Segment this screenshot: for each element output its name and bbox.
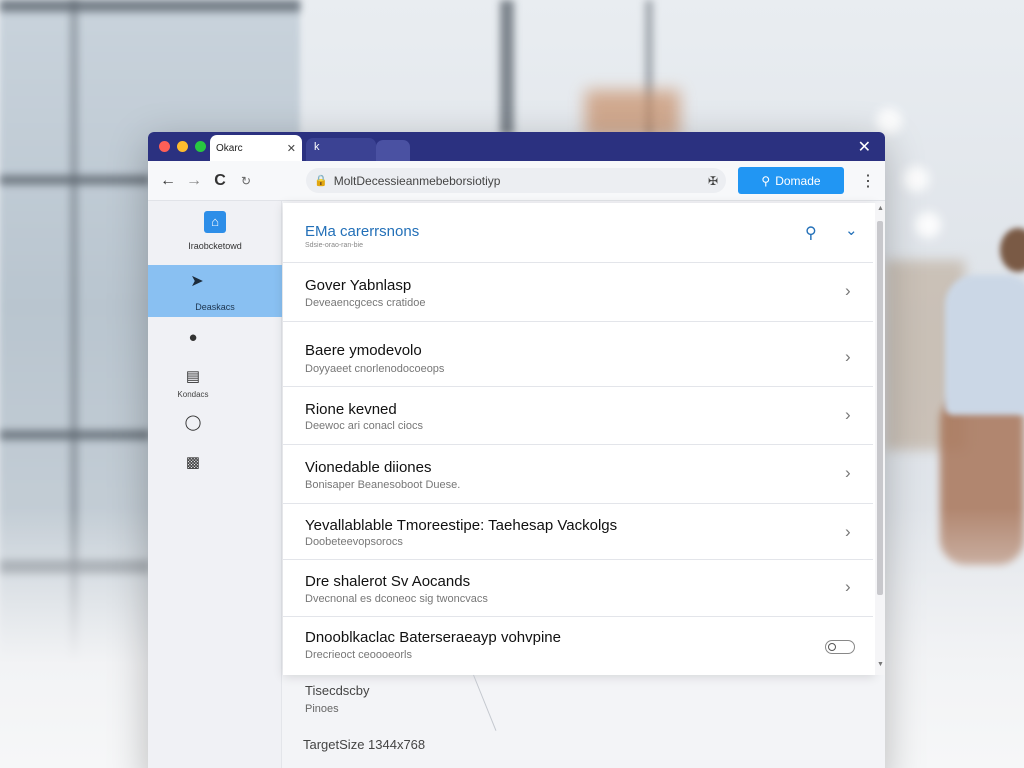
list-item[interactable]: Dnooblkaclac Baterseraeayp vohvpine Drec… <box>283 617 873 675</box>
sidebar: ⌂ Iraobcketowd ➤ Deaskacs ● ▤ Kondacs ◯ … <box>148 201 282 768</box>
scrollbar[interactable]: ▲ ▼ <box>875 203 885 675</box>
target-size-label: TargetSize 1344x768 <box>303 737 426 752</box>
list-item-description: Doyyaeet cnorlenodocoeops <box>305 363 445 375</box>
close-icon[interactable]: ✕ <box>858 137 871 157</box>
scrollbar-thumb[interactable] <box>877 221 883 595</box>
window-controls <box>148 141 206 161</box>
list-item-title: Dre shalerot Sv Aocands <box>305 573 471 590</box>
sidebar-active-label: Deaskacs <box>195 302 235 312</box>
extension-icon[interactable]: ↻ <box>233 168 259 194</box>
tab-active[interactable]: Okarc ✕ <box>210 135 302 161</box>
chevron-right-icon[interactable]: › <box>845 281 851 301</box>
card-header: EMa carerrsnons Sdsie-orao-ran-bie ⚲ ⌄ <box>283 203 873 263</box>
settings-card: EMa carerrsnons Sdsie-orao-ran-bie ⚲ ⌄ G… <box>283 203 875 675</box>
scroll-up-arrow-icon[interactable]: ▲ <box>877 205 884 212</box>
brand-name: Iraobcketowd <box>188 241 242 251</box>
search-button[interactable]: ⚲ Domade <box>738 167 844 194</box>
tab-title: Okarc <box>216 142 243 154</box>
list-item-description: Deveaencgcecs cratidoe <box>305 297 426 309</box>
list-item-title: Gover Yabnlasp <box>305 277 412 294</box>
window-frame <box>0 0 300 12</box>
chevron-right-icon[interactable]: › <box>845 463 851 483</box>
chevron-right-icon[interactable]: › <box>845 577 851 597</box>
tab-second-label: k <box>314 141 320 153</box>
list-item-description: Doobeteevopsorocs <box>305 536 403 548</box>
ceiling-light <box>876 108 902 134</box>
divider-line <box>473 674 497 731</box>
list-item-title: Vionedable diiones <box>305 459 432 476</box>
search-icon: ⚲ <box>761 173 771 188</box>
ceiling-light <box>903 166 929 192</box>
list-item-title: Rione kevned <box>305 401 397 418</box>
tab-second[interactable]: k <box>306 138 376 161</box>
list-item[interactable]: Rione kevned Deewoc ari conacl ciocs › <box>283 387 873 445</box>
app-logo-icon: ⌂ <box>204 211 226 233</box>
background-person <box>945 275 1024 415</box>
menu-kebab-icon[interactable]: ⋮ <box>860 171 876 191</box>
chart-icon: ➤ <box>190 273 204 290</box>
list-item-description: Drecrieoct ceoooeorls <box>305 649 412 661</box>
pin-icon[interactable]: ● <box>183 329 203 349</box>
close-window-dot[interactable] <box>159 141 170 152</box>
list-item-title: Baere ymodevolo <box>305 342 422 359</box>
window-frame <box>500 0 514 135</box>
chat-icon[interactable]: ◯ <box>183 413 203 433</box>
ceiling-light <box>915 212 941 238</box>
document-icon[interactable]: ▤ <box>183 367 203 387</box>
page-subtitle: Sdsie-orao-ran-bie <box>305 242 363 249</box>
tab-close-icon[interactable]: ✕ <box>287 142 296 155</box>
address-text: MoltDecessieanmebeborsiotiyp <box>333 173 501 188</box>
list-item[interactable]: Baere ymodevolo Doyyaeet cnorlenodocoeop… <box>283 322 873 387</box>
reload-icon[interactable]: C <box>207 168 233 194</box>
chevron-right-icon[interactable]: › <box>845 347 851 367</box>
puzzle-icon[interactable]: ✠ <box>708 174 718 188</box>
card-icon[interactable]: ▩ <box>183 453 203 473</box>
scroll-down-arrow-icon[interactable]: ▼ <box>877 661 884 668</box>
list-item[interactable]: Dre shalerot Sv Aocands Dvecnonal es dco… <box>283 560 873 617</box>
main-panel: EMa carerrsnons Sdsie-orao-ran-bie ⚲ ⌄ G… <box>283 201 885 768</box>
back-arrow-icon[interactable]: ← <box>155 168 181 194</box>
minimize-window-dot[interactable] <box>177 141 188 152</box>
list-item[interactable]: Vionedable diiones Bonisaper Beanesoboot… <box>283 445 873 504</box>
search-icon[interactable]: ⚲ <box>805 223 817 243</box>
list-item-description: Bonisaper Beanesoboot Duese. <box>305 479 461 491</box>
chevron-right-icon[interactable]: › <box>845 522 851 542</box>
background-wood-panel <box>585 90 680 138</box>
tab-third[interactable] <box>376 140 410 161</box>
search-button-label: Domade <box>775 173 821 188</box>
chevron-right-icon[interactable]: › <box>845 405 851 425</box>
list-item-description: Dvecnonal es dconeoc sig twoncvacs <box>305 593 488 605</box>
list-item-title: Dnooblkaclac Baterseraeayp vohvpine <box>305 629 561 646</box>
lock-icon: 🔒 <box>314 175 328 187</box>
list-item-description: Deewoc ari conacl ciocs <box>305 420 423 432</box>
list-item[interactable]: Gover Yabnlasp Deveaencgcecs cratidoe › <box>283 263 873 322</box>
list-item-title: Yevallablable Tmoreestipe: Taehesap Vack… <box>305 517 618 534</box>
toggle-switch[interactable] <box>825 640 855 654</box>
browser-toolbar: ← → C ↻ 🔒 MoltDecessieanmebeborsiotiyp ✠… <box>148 161 885 201</box>
list-item[interactable]: Yevallablable Tmoreestipe: Taehesap Vack… <box>283 504 873 560</box>
toggle-knob <box>828 642 836 651</box>
page-title: EMa carerrsnons <box>305 223 420 240</box>
forward-arrow-icon[interactable]: → <box>181 168 207 194</box>
section-title: Tisecdscby <box>305 683 370 698</box>
maximize-window-dot[interactable] <box>195 141 206 152</box>
chevron-down-icon[interactable]: ⌄ <box>845 221 858 239</box>
section-subtitle: Pinoes <box>305 703 339 715</box>
address-bar[interactable]: 🔒 MoltDecessieanmebeborsiotiyp ✠ <box>306 168 726 193</box>
brand[interactable]: ⌂ Iraobcketowd <box>148 211 282 251</box>
browser-window: Okarc ✕ k ✕ ← → C ↻ 🔒 MoltDecessieanmebe… <box>148 132 885 768</box>
sidebar-item-label: Kondacs <box>177 390 209 399</box>
